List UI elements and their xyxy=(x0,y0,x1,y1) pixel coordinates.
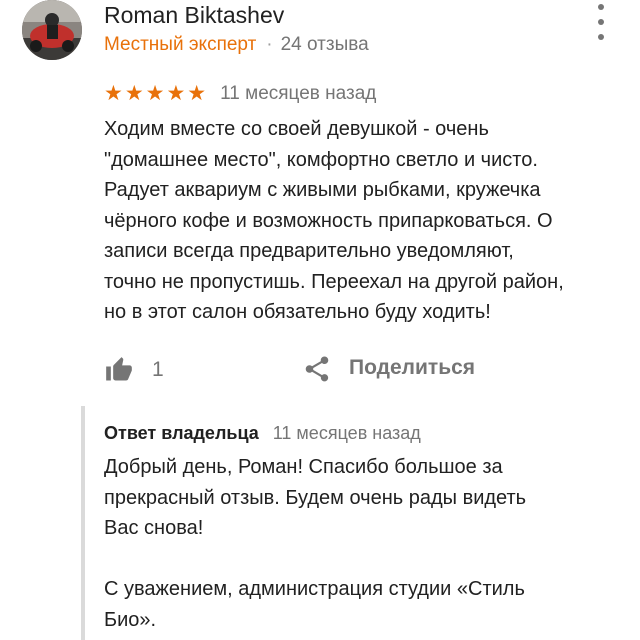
reply-text-line: С уважением, администрация студии «Стиль xyxy=(104,578,525,600)
owner-reply-text: Добрый день, Роман! Спасибо большое за п… xyxy=(104,452,624,635)
owner-reply-label: Ответ владельца xyxy=(104,423,259,443)
thumbs-up-icon xyxy=(106,357,132,381)
reply-text-line: Добрый день, Роман! Спасибо большое за xyxy=(104,456,503,478)
share-button[interactable]: Поделиться xyxy=(349,356,475,380)
author-name[interactable]: Roman Biktashev xyxy=(104,0,284,30)
like-count: 1 xyxy=(152,358,164,381)
local-expert-badge[interactable]: Местный эксперт xyxy=(104,34,256,55)
review-text-line: Ходим вместе со своей девушкой - очень xyxy=(104,118,489,140)
reply-divider xyxy=(81,406,85,640)
share-icon[interactable] xyxy=(302,354,332,384)
author-avatar[interactable] xyxy=(22,0,82,60)
reviews-count: 24 отзыва xyxy=(280,34,369,55)
review-text-line: "домашнее место", комфортно светло и чис… xyxy=(104,148,538,171)
star-rating: ★★★★★ xyxy=(104,82,209,105)
review-text-line: точно не пропустишь. Переехал на другой … xyxy=(104,270,564,293)
reply-text-line: прекрасный отзыв. Будем очень рады видет… xyxy=(104,486,527,509)
reply-text-line: Био». xyxy=(104,608,157,631)
review-text-line: чёрного кофе и возможность припарковатьс… xyxy=(104,209,553,232)
owner-reply-time: 11 месяцев назад xyxy=(272,423,421,443)
review-time: 11 месяцев назад xyxy=(220,83,377,104)
author-meta: Местный эксперт · 24 отзыва xyxy=(104,32,369,58)
more-vertical-icon[interactable] xyxy=(594,4,608,40)
like-button[interactable]: 1 xyxy=(104,356,164,384)
owner-reply-header: Ответ владельца 11 месяцев назад xyxy=(104,420,421,446)
meta-separator: · xyxy=(266,34,273,55)
review-text: Ходим вместе со своей девушкой - очень "… xyxy=(104,114,624,328)
reply-text-line: Вас снова! xyxy=(104,517,204,539)
review-text-line: Радует аквариум с живыми рыбками, кружеч… xyxy=(104,179,541,201)
rating-row: ★★★★★ 11 месяцев назад xyxy=(104,80,376,108)
reply-text-line xyxy=(104,544,624,575)
review-actions: 1 Поделиться xyxy=(104,350,604,390)
review-text-line: записи всегда предварительно уведомляют, xyxy=(104,240,514,262)
review-text-line: но в этот салон обязательно буду ходить! xyxy=(104,301,491,323)
